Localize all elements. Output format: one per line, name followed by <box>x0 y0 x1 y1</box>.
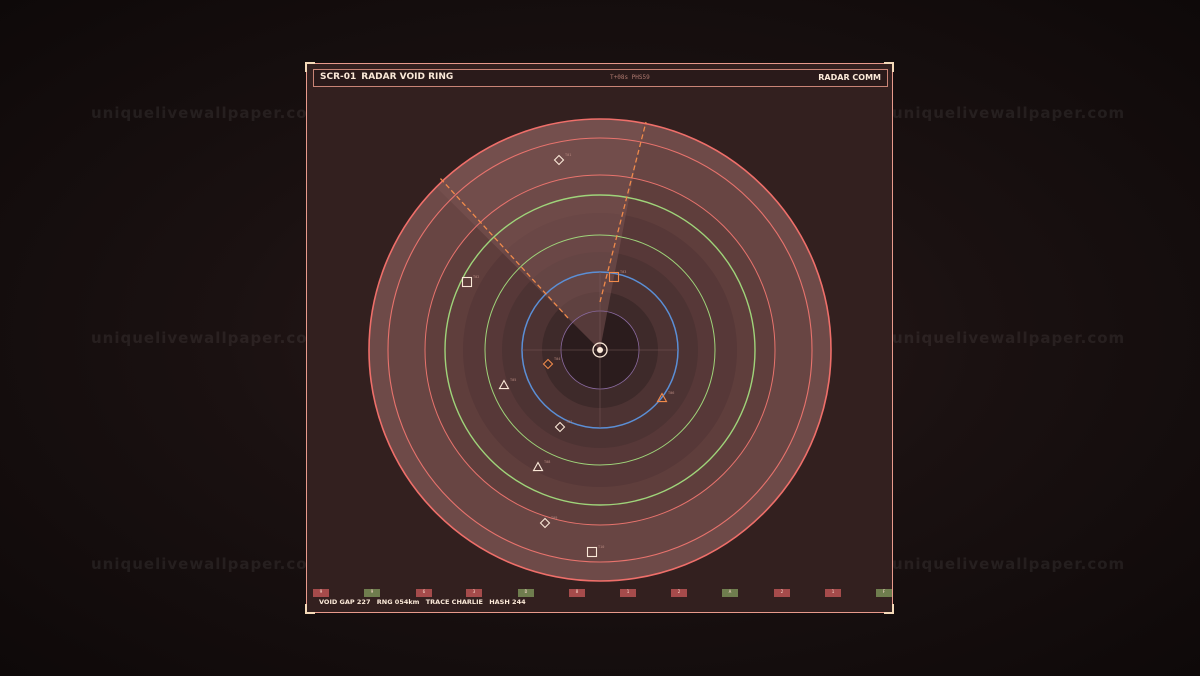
target-label: T08 <box>544 460 550 464</box>
target-label: T07 <box>566 420 572 424</box>
target-label: T09 <box>551 516 557 520</box>
watermark-text: uniquelivewallpaper.com <box>892 104 1126 122</box>
own-ship-dot <box>597 347 603 353</box>
watermark-text: uniquelivewallpaper.com <box>91 104 325 122</box>
target-label: T01 <box>565 153 571 157</box>
watermark-text: uniquelivewallpaper.com <box>91 555 325 573</box>
watermark-text: uniquelivewallpaper.com <box>892 555 1126 573</box>
watermark-text: uniquelivewallpaper.com <box>892 329 1126 347</box>
target-label: T05 <box>510 378 516 382</box>
target-label: T06 <box>668 391 674 395</box>
watermark-text: uniquelivewallpaper.com <box>91 329 325 347</box>
target-label: T02 <box>473 275 479 279</box>
target-label: T10 <box>598 545 604 549</box>
target-label: T04 <box>554 357 560 361</box>
target-label: T03 <box>620 270 626 274</box>
radar-scope: T01 T02 T03 T04 T05 T06 T07 T08 T09 T10 <box>368 118 832 582</box>
